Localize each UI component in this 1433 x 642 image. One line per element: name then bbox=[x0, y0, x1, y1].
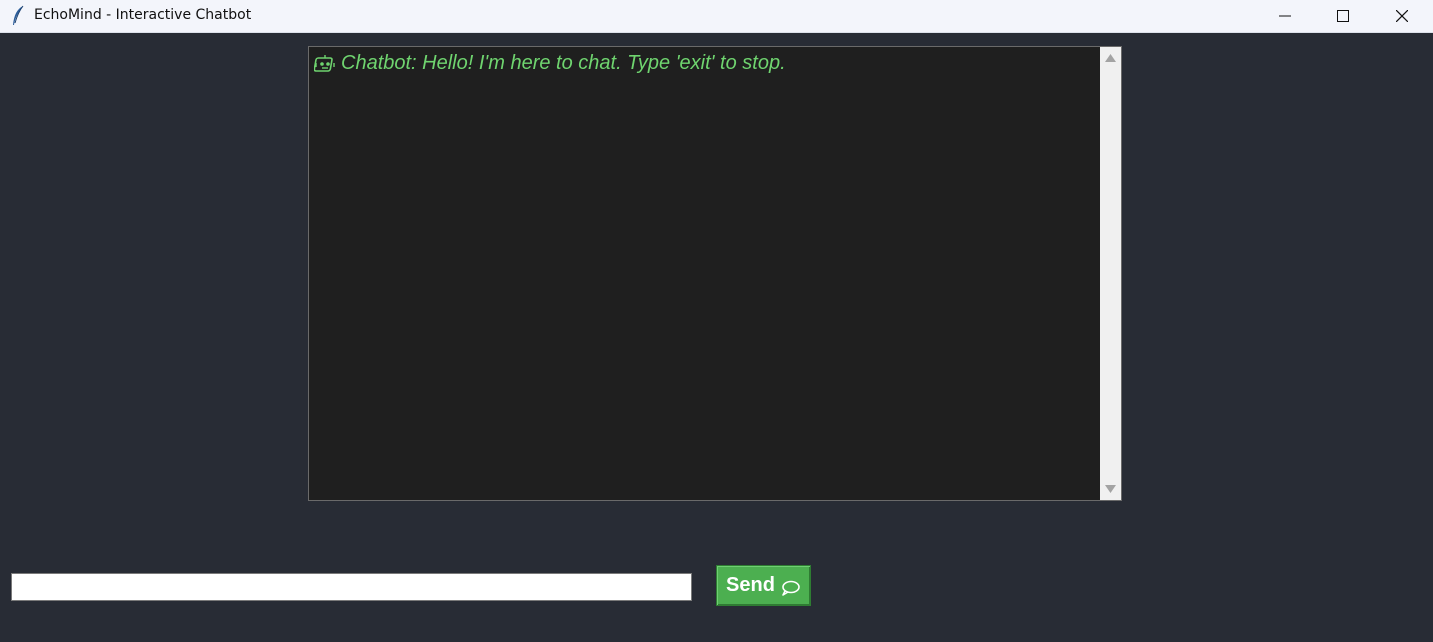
minimize-icon bbox=[1279, 15, 1291, 17]
robot-icon bbox=[314, 54, 335, 72]
chat-display: Chatbot: Hello! I'm here to chat. Type '… bbox=[308, 46, 1122, 501]
send-button[interactable]: Send bbox=[716, 565, 811, 606]
triangle-down-icon bbox=[1105, 485, 1116, 493]
scroll-up-button[interactable] bbox=[1100, 49, 1121, 67]
triangle-up-icon bbox=[1105, 54, 1116, 62]
maximize-icon bbox=[1337, 10, 1349, 22]
close-icon bbox=[1396, 10, 1408, 22]
speech-bubble-icon bbox=[782, 580, 800, 596]
scroll-down-button[interactable] bbox=[1100, 480, 1121, 498]
feather-icon bbox=[13, 5, 24, 25]
message-input[interactable] bbox=[11, 573, 692, 601]
send-button-label: Send bbox=[726, 574, 775, 596]
title-bar: EchoMind - Interactive Chatbot bbox=[0, 0, 1433, 33]
close-button[interactable] bbox=[1373, 0, 1431, 32]
chat-message: Chatbot: Hello! I'm here to chat. Type '… bbox=[314, 52, 786, 75]
window-title: EchoMind - Interactive Chatbot bbox=[34, 7, 252, 23]
chat-scrollbar[interactable] bbox=[1100, 47, 1121, 500]
minimize-button[interactable] bbox=[1256, 0, 1314, 32]
chat-message-text: Chatbot: Hello! I'm here to chat. Type '… bbox=[341, 52, 786, 74]
maximize-button[interactable] bbox=[1314, 0, 1372, 32]
chat-log[interactable]: Chatbot: Hello! I'm here to chat. Type '… bbox=[309, 47, 1100, 500]
